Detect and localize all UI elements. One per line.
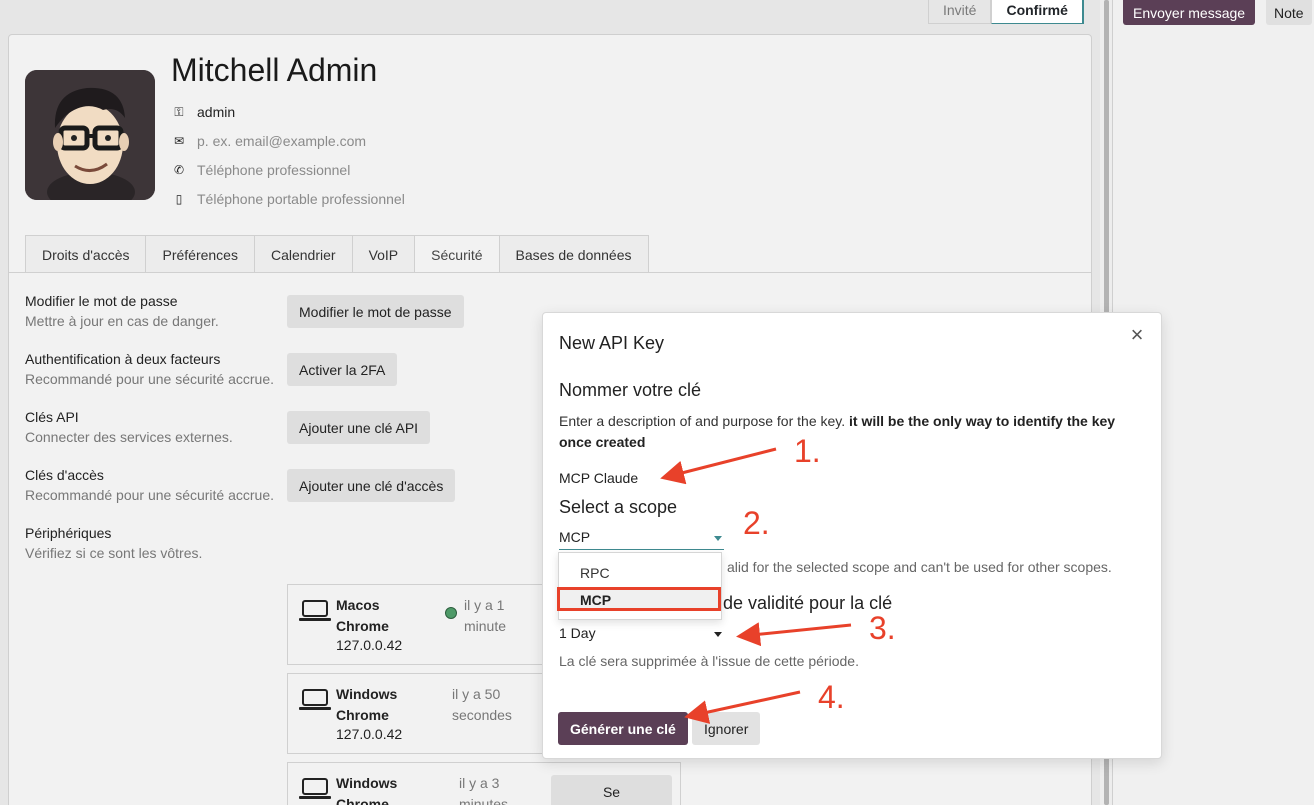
device-last-seen: il y a 50 secondes [452,684,512,726]
section-title: Authentification à deux facteurs [25,351,221,367]
validity-selected-value: 1 Day [559,625,596,641]
device-name: Windows Chrome [336,773,397,805]
last-seen-line2: secondes [452,707,512,723]
mobile-field[interactable]: Téléphone portable professionnel [197,191,405,207]
last-seen-line1: il y a 50 [452,686,501,702]
dialog-title: New API Key [559,333,665,353]
notebook-tabs: Droits d'accès Préférences Calendrier Vo… [25,235,649,273]
section-2fa: Authentification à deux facteurs Recomma… [25,351,274,387]
tab-preferences[interactable]: Préférences [145,235,254,273]
tab-databases[interactable]: Bases de données [498,235,649,273]
active-status-dot [445,607,457,619]
step-label-4: 4. [818,679,845,715]
device-os: Windows [336,775,398,791]
last-seen-line1: il y a 1 [464,597,505,613]
section-desc: Recommandé pour une sécurité accrue. [25,487,275,503]
caret-down-icon [714,632,722,637]
device-os: Windows [336,686,398,702]
device-last-seen: il y a 1 minute [464,595,506,637]
step-label-3: 3. [869,610,896,646]
device-browser: Chrome [336,707,389,723]
tab-divider [9,272,1091,273]
validity-select[interactable]: 1 Day [559,622,724,646]
section-desc: Vérifiez si ce sont les vôtres. [25,545,203,561]
phone-row: ✆ Téléphone professionnel [171,162,350,178]
mobile-icon: ▯ [175,192,183,206]
add-api-key-button[interactable]: Ajouter une clé API [287,411,431,444]
email-field[interactable]: p. ex. email@example.com [197,133,366,149]
login-row: ⚿ admin [171,104,235,120]
validity-heading: de validité pour la clé [723,593,893,613]
log-note-button[interactable]: Note [1266,0,1312,25]
revoke-device-button[interactable]: Se [551,775,672,805]
new-api-key-dialog: New API Key × Nommer votre clé Enter a d… [542,312,1162,759]
section-api-keys: Clés API Connecter des services externes… [25,409,233,445]
ignore-button[interactable]: Ignorer [692,712,761,745]
section-title: Clés API [25,409,79,425]
name-key-heading: Nommer votre clé [559,380,702,400]
device-last-seen: il y a 3 minutes [459,773,508,805]
tab-voip[interactable]: VoIP [351,235,415,273]
send-message-button[interactable]: Envoyer message [1123,0,1256,25]
section-title: Périphériques [25,525,112,541]
device-browser: Chrome [336,796,389,805]
section-title: Modifier le mot de passe [25,293,178,309]
scope-hint: alid for the selected scope and can't be… [727,559,1112,575]
phone-field[interactable]: Téléphone professionnel [197,162,350,178]
section-desc: Mettre à jour en cas de danger. [25,313,219,329]
status-step-confirmed[interactable]: Confirmé [991,0,1084,24]
step-label-2: 2. [743,505,770,541]
section-desc: Connecter des services externes. [25,429,233,445]
email-row: ✉ p. ex. email@example.com [171,133,366,149]
step-label-1: 1. [794,433,821,469]
envelope-icon: ✉ [173,134,185,148]
section-devices: Périphériques Vérifiez si ce sont les vô… [25,525,202,561]
highlight-box [557,587,721,611]
section-desc: Recommandé pour une sécurité accrue. [25,371,275,387]
status-step-invite[interactable]: Invité [928,0,992,24]
tab-calendar[interactable]: Calendrier [253,235,352,273]
key-name-input[interactable]: MCP Claude [559,470,638,486]
tab-access-rights[interactable]: Droits d'accès [25,235,146,273]
key-description: Enter a description of and purpose for t… [559,411,1149,453]
device-browser: Chrome [336,618,389,634]
last-seen-line2: minutes [459,796,509,805]
device-name: Windows Chrome [336,684,397,726]
avatar-illustration [25,70,155,200]
section-passkeys: Clés d'accès Recommandé pour une sécurit… [25,467,274,503]
scope-selected-value: MCP [559,529,591,545]
scope-option-rpc[interactable]: RPC [559,562,721,584]
mobile-row: ▯ Téléphone portable professionnel [171,191,405,207]
add-passkey-button[interactable]: Ajouter une clé d'accès [287,469,456,502]
validity-hint: La clé sera supprimée à l'issue de cette… [559,653,859,669]
tab-security[interactable]: Sécurité [414,235,499,273]
laptop-icon [299,600,331,621]
section-password: Modifier le mot de passe Mettre à jour e… [25,293,219,329]
description-text: Enter a description of and purpose for t… [559,413,846,429]
enable-2fa-button[interactable]: Activer la 2FA [287,353,398,386]
laptop-icon [299,778,331,799]
device-card: Windows Chrome il y a 3 minutes Se [287,762,681,805]
device-ip: 127.0.0.42 [336,726,403,742]
last-seen-line2: minute [464,618,507,634]
device-name: Macos Chrome [336,595,389,637]
scope-select[interactable]: MCP [559,526,724,550]
change-password-button[interactable]: Modifier le mot de passe [287,295,464,328]
avatar[interactable] [25,70,155,200]
last-seen-line1: il y a 3 [459,775,500,791]
user-name[interactable]: Mitchell Admin [171,52,377,89]
close-icon[interactable]: × [1127,324,1147,346]
key-icon: ⚿ [174,104,184,119]
scope-heading: Select a scope [559,497,678,517]
caret-down-icon [714,536,722,541]
login-value[interactable]: admin [197,104,235,120]
phone-icon: ✆ [173,163,185,177]
device-os: Macos [336,597,380,613]
laptop-icon [299,689,331,710]
section-title: Clés d'accès [25,467,104,483]
status-bar: Invité Confirmé [928,0,1084,24]
device-ip: 127.0.0.42 [336,637,403,653]
generate-key-button[interactable]: Générer une clé [558,712,688,745]
